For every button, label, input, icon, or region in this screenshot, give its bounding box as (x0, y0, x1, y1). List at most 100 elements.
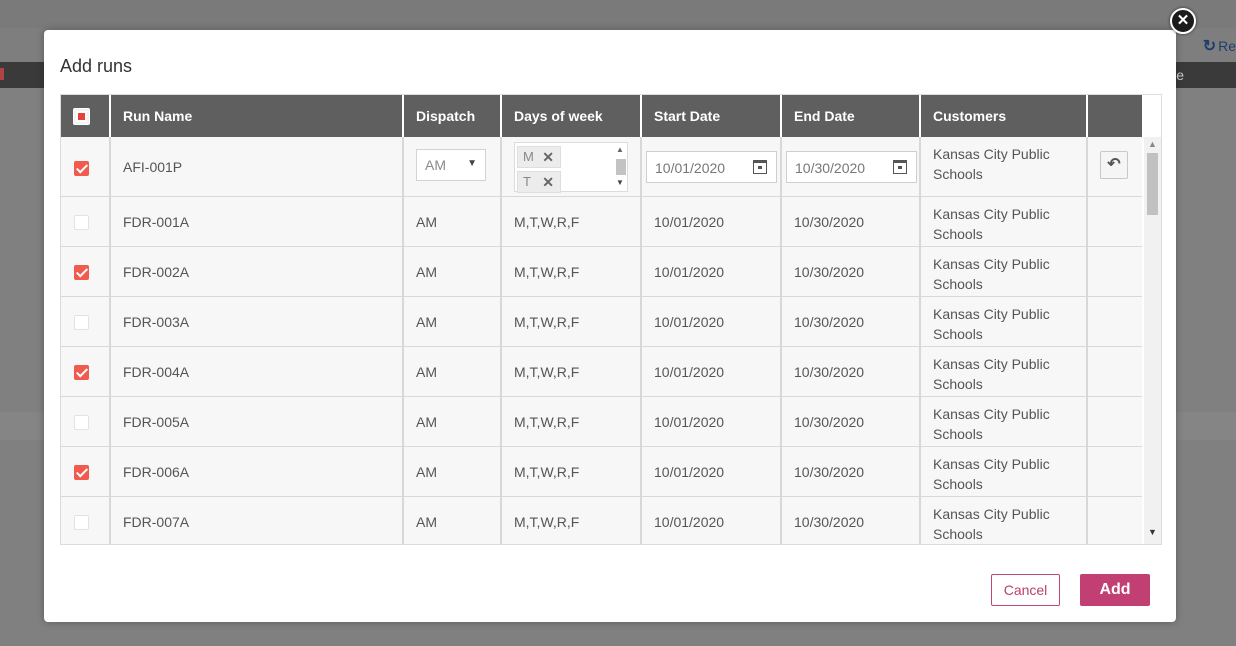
start-date: 10/01/2020 (654, 213, 725, 230)
run-name-cell: FDR-002A (111, 247, 404, 296)
days-multiselect[interactable]: M ✕ T ✕ ▲ ▼ (514, 142, 628, 193)
scrollbar-thumb[interactable] (616, 159, 626, 175)
run-name: FDR-007A (123, 513, 190, 530)
select-cell (61, 137, 111, 196)
days: M,T,W,R,F (514, 513, 580, 530)
customer-name: Kansas City Public Schools (933, 456, 1050, 492)
action-cell (1088, 247, 1142, 296)
row-checkbox[interactable] (74, 515, 89, 530)
row-checkbox[interactable] (74, 315, 89, 330)
column-header-end-date[interactable]: End Date (782, 95, 921, 137)
select-cell (61, 297, 111, 346)
cancel-button[interactable]: Cancel (991, 574, 1060, 606)
customer-name: Kansas City Public Schools (933, 256, 1050, 292)
start-date-value: 10/01/2020 (655, 160, 726, 176)
start-date: 10/01/2020 (654, 463, 725, 480)
end-date: 10/30/2020 (794, 463, 865, 480)
dispatch: AM (416, 463, 437, 480)
dispatch: AM (416, 363, 437, 380)
scroll-down-icon[interactable]: ▼ (616, 178, 624, 187)
days: M,T,W,R,F (514, 413, 580, 430)
start-date: 10/01/2020 (654, 413, 725, 430)
customer-cell: Kansas City Public Schools (921, 397, 1088, 446)
column-header-run-name[interactable]: Run Name (111, 95, 404, 137)
end-date-value: 10/30/2020 (795, 160, 866, 176)
customer-cell: Kansas City Public Schools (921, 347, 1088, 396)
row-checkbox[interactable] (74, 415, 89, 430)
row-checkbox[interactable] (74, 265, 89, 280)
table-row[interactable]: FDR-004A AM M,T,W,R,F 10/01/2020 10/30/2… (61, 347, 1142, 397)
days-cell: M,T,W,R,F (502, 347, 642, 396)
calendar-icon[interactable] (893, 160, 907, 174)
scroll-up-icon[interactable]: ▲ (616, 145, 624, 154)
start-date-input[interactable]: 10/01/2020 (646, 151, 777, 183)
undo-icon: ↶ (1107, 156, 1121, 173)
table-row[interactable]: FDR-002A AM M,T,W,R,F 10/01/2020 10/30/2… (61, 247, 1142, 297)
run-name: FDR-004A (123, 363, 190, 380)
run-name: AFI-001P (123, 158, 183, 175)
refresh-icon: ↻ (1202, 38, 1217, 55)
end-date: 10/30/2020 (794, 413, 865, 430)
run-name: FDR-002A (123, 263, 190, 280)
end-date-cell: 10/30/2020 (782, 347, 921, 396)
grid-body: AFI-001P AM ▼ M ✕ T ✕ ▲ ▼ 10/01/2020 10/… (61, 137, 1142, 544)
select-all-checkbox[interactable] (73, 108, 90, 125)
calendar-icon[interactable] (753, 160, 767, 174)
multiselect-scrollbar[interactable]: ▲ ▼ (615, 145, 626, 189)
customer-cell: Kansas City Public Schools (921, 497, 1088, 544)
row-checkbox[interactable] (74, 465, 89, 480)
customer-name: Kansas City Public Schools (933, 146, 1050, 182)
run-name-cell: FDR-007A (111, 497, 404, 544)
row-checkbox[interactable] (74, 161, 89, 176)
action-cell (1088, 397, 1142, 446)
row-checkbox[interactable] (74, 215, 89, 230)
runs-grid: Run Name Dispatch Days of week Start Dat… (60, 94, 1162, 545)
grid-scrollbar[interactable]: ▲ ▼ (1144, 137, 1161, 544)
scroll-down-icon[interactable]: ▼ (1148, 527, 1157, 537)
column-header-customers[interactable]: Customers (921, 95, 1088, 137)
dispatch-cell: AM (404, 347, 502, 396)
start-date: 10/01/2020 (654, 263, 725, 280)
background-refresh-label: Re (1218, 38, 1236, 54)
day-tag-label: M (523, 149, 534, 164)
undo-button[interactable]: ↶ (1100, 151, 1128, 179)
table-row[interactable]: FDR-001A AM M,T,W,R,F 10/01/2020 10/30/2… (61, 197, 1142, 247)
select-cell (61, 497, 111, 544)
row-checkbox[interactable] (74, 365, 89, 380)
run-name: FDR-005A (123, 413, 190, 430)
select-cell (61, 197, 111, 246)
column-header-dispatch[interactable]: Dispatch (404, 95, 502, 137)
table-row[interactable]: FDR-007A AM M,T,W,R,F 10/01/2020 10/30/2… (61, 497, 1142, 544)
close-modal-button[interactable]: ✕ (1170, 8, 1196, 34)
scroll-up-icon[interactable]: ▲ (1148, 139, 1157, 149)
table-row[interactable]: FDR-003A AM M,T,W,R,F 10/01/2020 10/30/2… (61, 297, 1142, 347)
start-date-cell: 10/01/2020 (642, 137, 782, 196)
table-row[interactable]: FDR-005A AM M,T,W,R,F 10/01/2020 10/30/2… (61, 397, 1142, 447)
end-date: 10/30/2020 (794, 363, 865, 380)
action-cell (1088, 197, 1142, 246)
column-header-days-of-week[interactable]: Days of week (502, 95, 642, 137)
days: M,T,W,R,F (514, 313, 580, 330)
start-date-cell: 10/01/2020 (642, 247, 782, 296)
close-icon: ✕ (1176, 12, 1190, 29)
table-row[interactable]: FDR-006A AM M,T,W,R,F 10/01/2020 10/30/2… (61, 447, 1142, 497)
days: M,T,W,R,F (514, 263, 580, 280)
start-date-cell: 10/01/2020 (642, 447, 782, 496)
days-cell: M,T,W,R,F (502, 497, 642, 544)
end-date: 10/30/2020 (794, 513, 865, 530)
select-cell (61, 447, 111, 496)
select-cell (61, 347, 111, 396)
background-header-label: e (1176, 67, 1184, 83)
action-cell (1088, 447, 1142, 496)
add-button[interactable]: Add (1080, 574, 1150, 606)
end-date-input[interactable]: 10/30/2020 (786, 151, 917, 183)
remove-tag-icon[interactable]: ✕ (542, 147, 554, 167)
customer-cell: Kansas City Public Schools (921, 447, 1088, 496)
action-cell (1088, 347, 1142, 396)
customer-name: Kansas City Public Schools (933, 356, 1050, 392)
remove-tag-icon[interactable]: ✕ (542, 172, 554, 192)
column-header-start-date[interactable]: Start Date (642, 95, 782, 137)
start-date-cell: 10/01/2020 (642, 347, 782, 396)
scrollbar-thumb[interactable] (1147, 153, 1158, 215)
dispatch-dropdown[interactable]: AM ▼ (416, 149, 486, 181)
